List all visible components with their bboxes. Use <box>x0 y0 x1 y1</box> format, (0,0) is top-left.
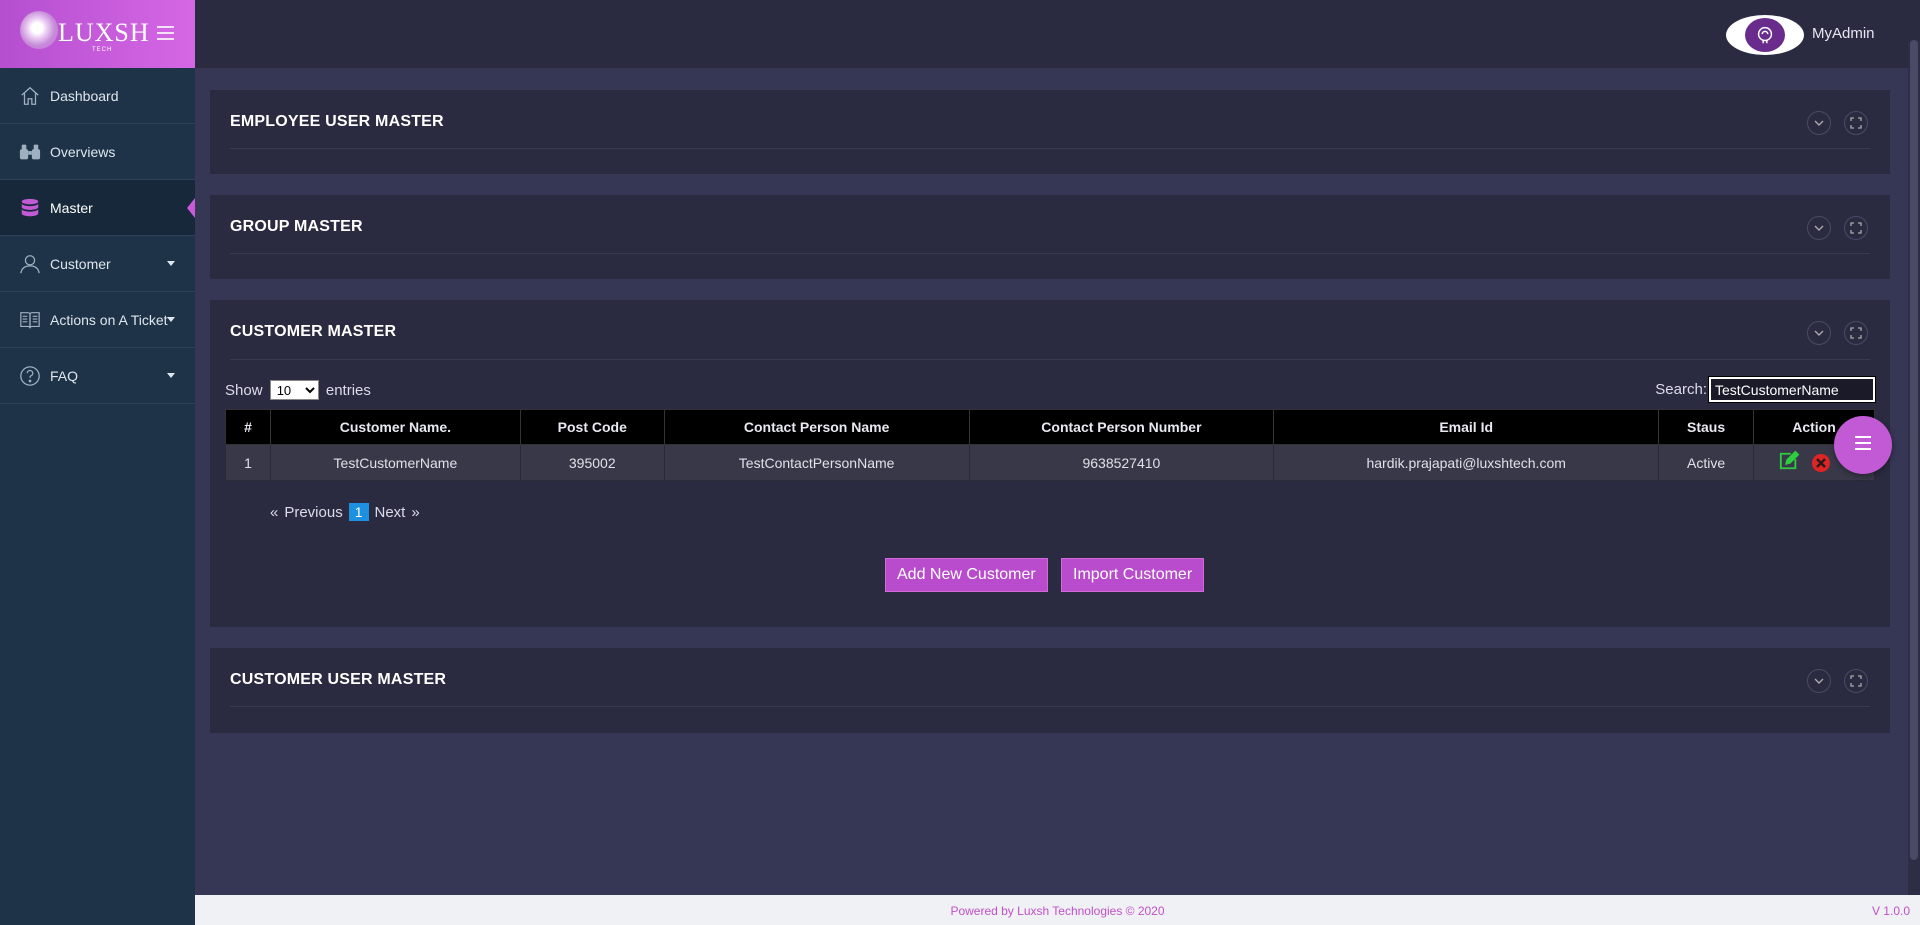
pagination: « Previous 1 Next » <box>270 503 420 521</box>
edit-icon[interactable] <box>1778 450 1800 474</box>
footer-version: V 1.0.0 <box>1871 904 1910 918</box>
divider <box>230 706 1870 707</box>
pagination-last[interactable]: » <box>411 504 419 521</box>
divider <box>230 148 1870 149</box>
panel-title: GROUP MASTER <box>230 218 363 235</box>
avatar-brain-icon <box>1745 18 1785 52</box>
pagination-page-current[interactable]: 1 <box>348 503 369 521</box>
logo-text: LUXSH <box>58 18 150 47</box>
panel-title: CUSTOMER USER MASTER <box>230 671 447 688</box>
panel-title: EMPLOYEE USER MASTER <box>230 113 444 130</box>
sidebar-item-label: Customer <box>50 255 111 272</box>
column-header-number[interactable]: # <box>225 409 271 445</box>
column-header-customer-name[interactable]: Customer Name. <box>269 409 521 445</box>
expand-icon[interactable] <box>1844 111 1868 135</box>
scrollbar-thumb[interactable] <box>1910 40 1918 860</box>
panel-customer-user-master: CUSTOMER USER MASTER <box>210 648 1890 733</box>
table-row: 1 TestCustomerName 395002 TestContactPer… <box>225 444 1875 481</box>
avatar[interactable] <box>1726 15 1804 55</box>
customer-table: # Customer Name. Post Code Contact Perso… <box>225 409 1875 481</box>
sidebar-item-label: Dashboard <box>50 87 119 104</box>
import-customer-button[interactable]: Import Customer <box>1061 558 1205 592</box>
panel-title: CUSTOMER MASTER <box>230 323 397 340</box>
expand-icon[interactable] <box>1844 321 1868 345</box>
add-new-customer-button[interactable]: Add New Customer <box>885 558 1048 592</box>
page-size-select[interactable]: 10 <box>269 380 319 400</box>
panel-customer-master: CUSTOMER MASTER Show 10 entries Search: … <box>210 300 1890 627</box>
username[interactable]: MyAdmin <box>1812 25 1875 42</box>
caret-down-icon <box>167 373 175 378</box>
divider <box>230 359 1870 360</box>
sidebar-item-label: Actions on A Ticket <box>50 311 168 328</box>
footer-powered-by: Powered by Luxsh Technologies © 2020 <box>950 904 1165 918</box>
menu-lines-icon <box>1854 435 1872 456</box>
sidebar-item-customer[interactable]: Customer <box>0 236 195 292</box>
show-entries: Show 10 entries <box>225 380 371 400</box>
sidebar-item-dashboard[interactable]: Dashboard <box>0 68 195 124</box>
show-label: Show <box>225 382 263 399</box>
sidebar-menu: Dashboard Overviews Master Customer Acti… <box>0 68 195 404</box>
floating-menu-button[interactable] <box>1834 416 1892 474</box>
sidebar-item-label: Overviews <box>50 143 116 160</box>
user-icon <box>18 252 42 276</box>
cell-number: 1 <box>225 444 271 481</box>
cell-customer-name: TestCustomerName <box>269 444 521 481</box>
pagination-next[interactable]: Next <box>375 504 406 521</box>
logo-subtext: TECH <box>92 47 113 53</box>
question-icon <box>18 364 42 388</box>
pagination-previous[interactable]: Previous <box>284 504 342 521</box>
divider <box>230 253 1870 254</box>
brand-bar: LUXSH TECH <box>0 0 195 68</box>
logo-icon <box>20 11 58 49</box>
sidebar-item-faq[interactable]: FAQ <box>0 348 195 404</box>
expand-icon[interactable] <box>1844 216 1868 240</box>
sidebar-item-label: Master <box>50 199 93 216</box>
footer: Powered by Luxsh Technologies © 2020 V 1… <box>195 895 1920 925</box>
sidebar-item-overviews[interactable]: Overviews <box>0 124 195 180</box>
database-icon <box>18 196 42 220</box>
expand-icon[interactable] <box>1844 669 1868 693</box>
cell-post-code: 395002 <box>519 444 665 481</box>
book-icon <box>18 308 42 332</box>
sidebar-item-master[interactable]: Master <box>0 180 195 236</box>
column-header-status[interactable]: Staus <box>1658 409 1755 445</box>
collapse-chevron-icon[interactable] <box>1807 321 1831 345</box>
caret-down-icon <box>167 317 175 322</box>
table-search: Search: <box>1655 376 1876 403</box>
cell-contact-person-name: TestContactPersonName <box>663 444 970 481</box>
caret-down-icon <box>167 261 175 266</box>
collapse-chevron-icon[interactable] <box>1807 669 1831 693</box>
sidebar-item-label: FAQ <box>50 367 79 384</box>
entries-label: entries <box>325 382 371 399</box>
delete-icon[interactable] <box>1811 453 1830 472</box>
cell-email-id: hardik.prajapati@luxshtech.com <box>1273 444 1660 481</box>
top-bar: MyAdmin <box>195 0 1920 68</box>
column-header-email-id[interactable]: Email Id <box>1273 409 1660 445</box>
cell-status: Active <box>1658 444 1755 481</box>
home-icon <box>18 84 42 108</box>
hamburger-menu-icon[interactable] <box>157 26 174 40</box>
column-header-contact-person-name[interactable]: Contact Person Name <box>663 409 970 445</box>
column-header-contact-person-number[interactable]: Contact Person Number <box>968 409 1275 445</box>
column-header-post-code[interactable]: Post Code <box>519 409 665 445</box>
sidebar: LUXSH TECH Dashboard Overviews Master Cu… <box>0 0 195 925</box>
panel-employee-user-master: EMPLOYEE USER MASTER <box>210 90 1890 174</box>
search-input[interactable] <box>1708 376 1876 403</box>
collapse-chevron-icon[interactable] <box>1807 111 1831 135</box>
binoculars-icon <box>18 140 42 164</box>
pagination-first[interactable]: « <box>270 504 278 521</box>
table-header-row: # Customer Name. Post Code Contact Perso… <box>225 409 1875 445</box>
cell-contact-person-number: 9638527410 <box>968 444 1275 481</box>
sidebar-item-actions-on-a-ticket[interactable]: Actions on A Ticket <box>0 292 195 348</box>
panel-group-master: GROUP MASTER <box>210 195 1890 279</box>
search-label: Search: <box>1655 381 1707 398</box>
collapse-chevron-icon[interactable] <box>1807 216 1831 240</box>
